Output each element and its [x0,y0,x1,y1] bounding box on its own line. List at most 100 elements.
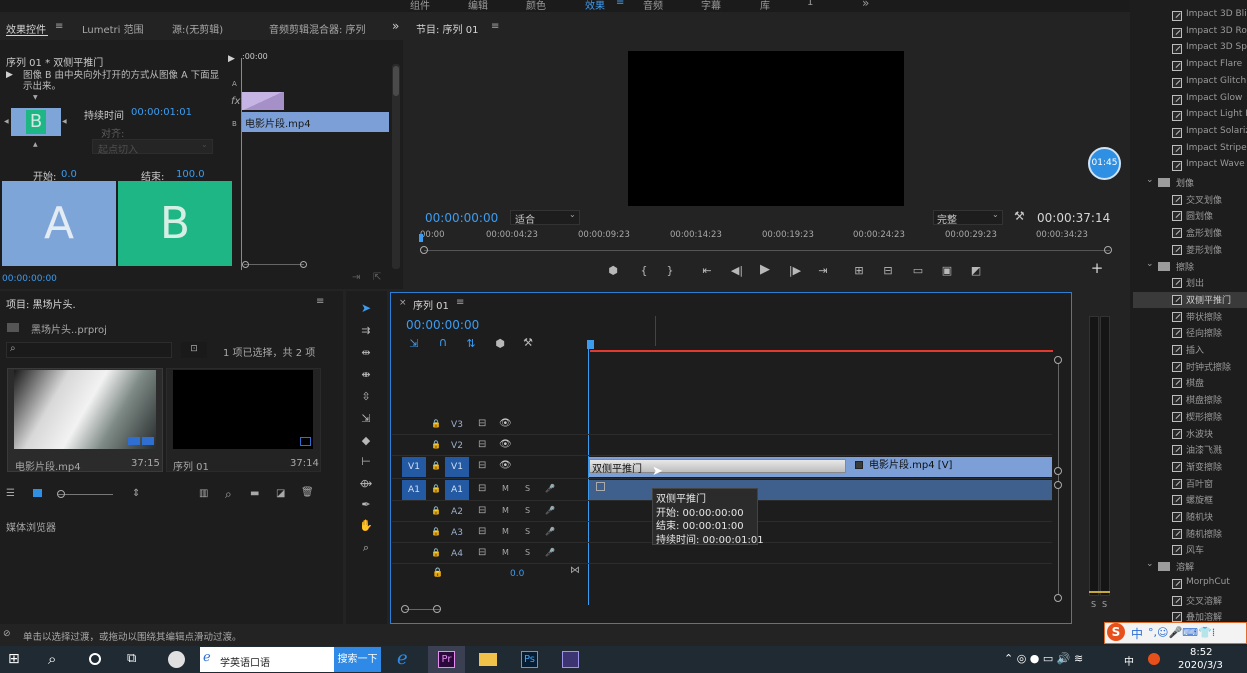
workspace-overflow-icon[interactable]: » [862,0,869,10]
play-transition-icon[interactable]: ▶ [6,70,13,80]
mute-button[interactable]: M [502,484,509,493]
master-end-icon[interactable]: ⋈ [570,565,580,576]
effect-item[interactable]: 双侧平推门 [1133,291,1247,308]
nest-toggle-icon[interactable]: ⇲ [407,338,421,349]
duration-value[interactable]: 00:00:01:01 [131,107,192,118]
cortana-icon[interactable] [89,653,101,665]
program-timecode[interactable]: 00:00:00:00 [425,211,498,225]
step-back-icon[interactable]: ◀| [730,265,744,276]
automate-icon[interactable]: ▥ [199,488,208,499]
mute-button[interactable]: M [502,506,509,515]
edge-icon[interactable]: ℯ [397,648,408,669]
track-target-v1[interactable]: V1 [445,457,469,477]
panel-menu-icon[interactable]: ≡ [55,21,63,32]
workspace-menu-icon[interactable]: ≡ [616,0,624,8]
zoom-slider[interactable] [58,494,113,495]
timeline-ruler[interactable] [588,316,1054,352]
export-icon[interactable]: ⇱ [373,272,381,283]
mark-out-icon[interactable]: } [663,265,677,276]
project-title[interactable]: 项目: 黑场片头. [6,296,76,311]
rolling-edit-icon[interactable]: ⇼ [359,369,373,380]
step-forward-icon[interactable]: |▶ [788,265,802,276]
workspace-tab-7[interactable]: 1 [807,0,813,8]
effect-item[interactable]: Impact Solarize [1172,125,1247,141]
track-lock-icon[interactable]: 🔒 [431,548,441,557]
tray-icons[interactable]: ⌃ ◎ ● ▭ 🔊 ≋ [1004,652,1083,665]
effect-item[interactable]: 水波块 [1172,426,1247,442]
h-scroll-handle-left[interactable] [401,605,409,613]
effect-item[interactable]: 盒形划像 [1172,225,1247,241]
solo-button[interactable]: S [525,484,530,493]
effect-item[interactable]: Impact Wave [1172,158,1247,174]
effect-item[interactable]: Impact Glow [1172,92,1247,108]
timeline-settings-icon[interactable]: ⚒ [521,337,535,348]
add-marker-icon[interactable]: ⬢ [606,265,620,276]
photoshop-icon[interactable]: Ps [521,651,538,668]
new-bin-icon[interactable]: ▬ [250,488,259,499]
track-target-a4[interactable]: A4 [445,544,469,564]
master-lock-icon[interactable]: 🔒 [432,568,443,578]
program-playhead[interactable] [419,234,423,242]
effect-item[interactable]: 菱形划像 [1172,242,1247,258]
arrow-right-icon[interactable]: ◀ [62,118,67,125]
clock-time[interactable]: 8:52 [1190,647,1212,658]
effect-item[interactable]: 划出 [1172,275,1247,291]
eye-icon[interactable]: 👁 [499,439,512,450]
program-video-frame[interactable] [628,51,904,206]
v-scroll-handle-a[interactable] [1054,481,1062,489]
video-track-v2[interactable] [392,436,1052,456]
program-scroll-right[interactable] [1104,246,1112,254]
slip-icon[interactable]: ⇲ [359,413,373,424]
icon-view-button[interactable] [33,489,42,497]
timeline-v-scroll[interactable] [1058,360,1059,598]
effect-item[interactable]: 螺旋框 [1172,492,1247,508]
vr-icon[interactable]: ◩ [969,265,983,276]
export-frame-icon[interactable]: ▣ [940,265,954,276]
workspace-tab-1[interactable]: 编辑 [468,0,488,12]
mic-icon[interactable]: 🎤 [545,506,555,515]
rate-stretch-icon[interactable]: ⇳ [359,391,373,402]
track-target-a1[interactable]: A1 [445,480,469,500]
track-select-icon[interactable]: ⇉ [359,325,373,336]
project-search-input[interactable] [6,342,172,358]
v-scroll-handle-bottom[interactable] [1054,594,1062,602]
effect-item[interactable]: Impact Stripes [1172,142,1247,158]
track-lock-icon[interactable]: 🔒 [431,484,441,493]
media-browser-tab[interactable]: 媒体浏览器 [6,519,56,534]
tab-source[interactable]: 源:(无剪辑) [172,21,223,36]
track-target-a2[interactable]: A2 [445,502,469,522]
mute-button[interactable]: M [502,527,509,536]
workspace-tab-0[interactable]: 组件 [410,0,430,12]
explorer-icon[interactable] [479,653,497,666]
timeline-close-icon[interactable]: × [399,298,407,308]
filter-icon[interactable]: ⇥ [352,272,360,283]
extract-icon[interactable]: ⊟ [881,265,895,276]
zoom-handle-right[interactable] [300,261,307,268]
slide-icon[interactable]: ⊢ [359,456,373,467]
effect-item[interactable]: 插入 [1172,342,1247,358]
effect-item[interactable]: Impact 3D Blinds [1172,8,1247,24]
effect-item[interactable]: 渐变擦除 [1172,459,1247,475]
effect-item[interactable]: 楔形擦除 [1172,409,1247,425]
add-marker-icon[interactable]: ⬢ [493,338,507,349]
timeline-tab[interactable]: 序列 01 [413,297,449,312]
effect-item[interactable]: 油漆飞溅 [1172,442,1247,458]
track-target-v2[interactable]: V2 [445,436,469,456]
snap-icon[interactable]: ∩ [436,336,450,348]
track-sync-icon[interactable]: ⊟ [478,418,486,429]
pen-extend-icon[interactable]: ⟴ [359,478,373,489]
pen-icon[interactable]: ✒ [359,499,373,510]
effect-item[interactable]: Impact 3D Spin [1172,41,1247,57]
effect-item[interactable]: 圆划像 [1172,208,1247,224]
effect-item[interactable]: Impact Glitch [1172,75,1247,91]
workspace-tab-2[interactable]: 颜色 [526,0,546,12]
effect-item[interactable]: 棋盘 [1172,375,1247,391]
app-pinwheel-icon[interactable] [168,651,185,668]
zoom-slider-handle[interactable] [57,490,65,498]
tray-sogou-icon[interactable] [1148,653,1160,665]
windows-start-icon[interactable]: ⊞ [8,651,20,667]
track-sync-icon[interactable]: ⊟ [478,439,486,450]
mic-icon[interactable]: 🎤 [545,527,555,536]
mute-button[interactable]: M [502,548,509,557]
program-ruler[interactable]: 00:00 00:00:04:23 00:00:09:23 00:00:14:23 00… [420,228,1110,250]
